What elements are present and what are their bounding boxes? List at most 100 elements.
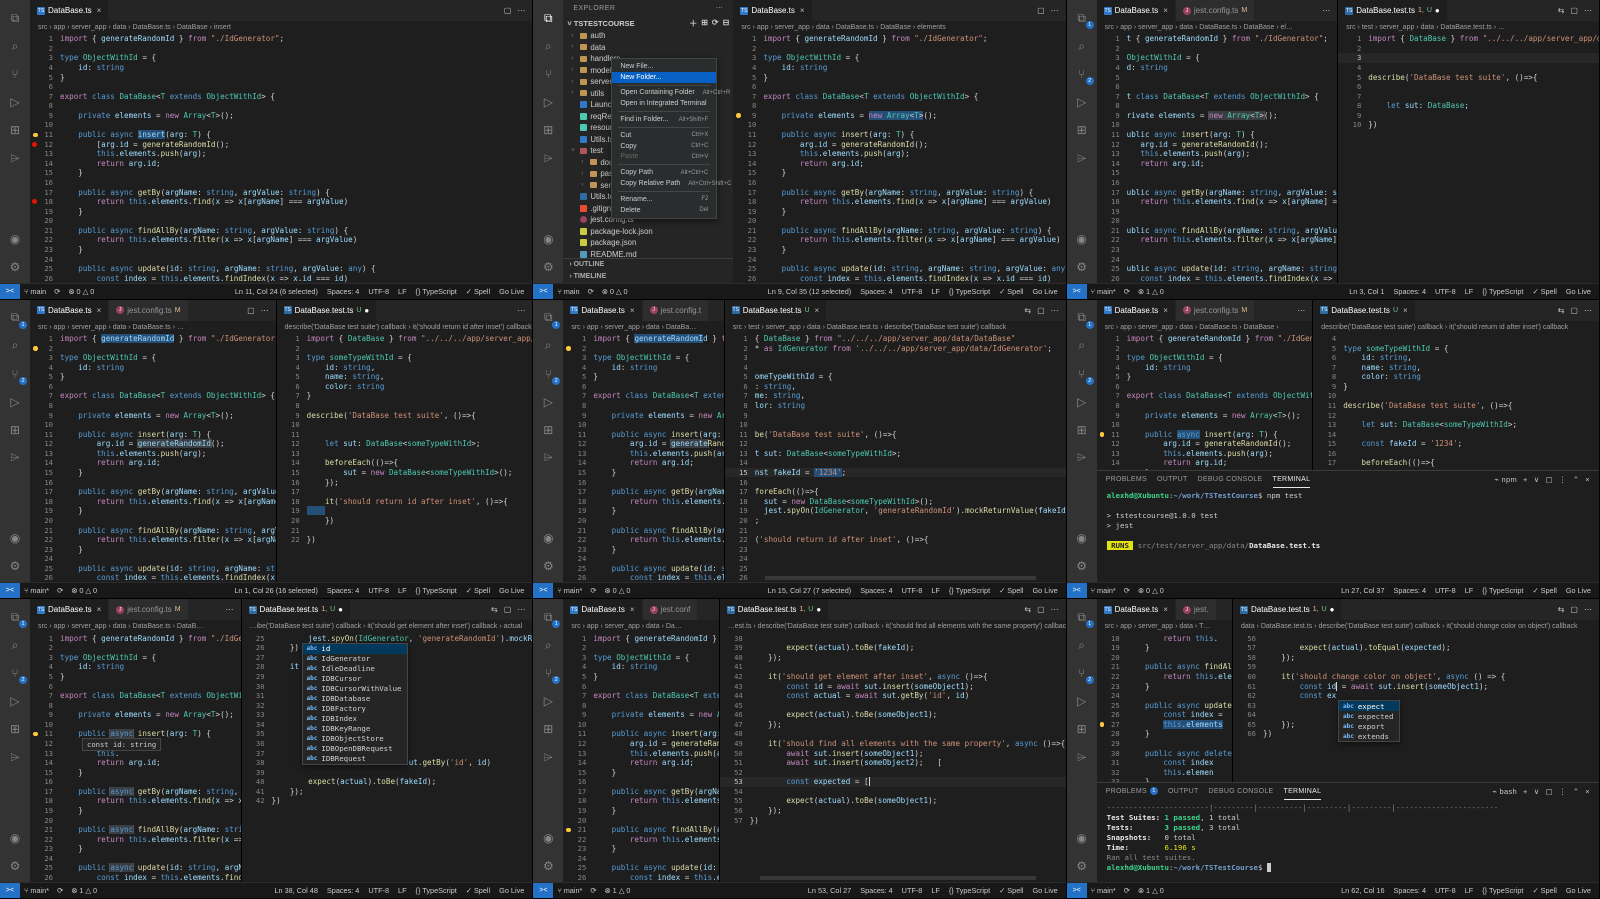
sync-icon[interactable]: ⟳ [1120,287,1134,296]
go-live-item[interactable]: Go Live [1033,886,1058,895]
tab-database-test-ts[interactable]: TS DataBase.test.ts U × [1313,299,1416,321]
tab-database-ts[interactable]: TS DataBase.ts × [30,299,110,321]
lightbulb-icon[interactable] [33,132,38,138]
problems-item[interactable]: ⊗ 0 △ 0 [64,287,98,296]
gutter[interactable]: 21 [30,526,60,535]
breadcrumb[interactable]: src › app › server_app › data › DataBase… [733,21,1065,34]
account-icon[interactable]: ◉ [537,826,559,850]
gutter[interactable]: 2 [733,44,763,53]
gutter[interactable]: 57 [720,816,750,825]
breadcrumb[interactable]: src › app › server_app › data › DataBase… [1097,21,1338,34]
gutter[interactable]: 39 [242,768,272,777]
gutter[interactable]: 15 [563,768,593,777]
gutter[interactable]: 9 [1097,111,1127,120]
gutter[interactable]: 15 [563,468,593,477]
breadcrumb[interactable]: src › app › server_app › data › DataBase… [30,21,532,34]
gutter[interactable]: 6 [1338,82,1368,91]
account-icon[interactable]: ◉ [4,227,26,251]
extensions-icon[interactable]: ⊞ [1071,418,1093,442]
gutter[interactable]: 12 [563,439,593,448]
gutter[interactable]: 1 [30,334,60,343]
remote-icon[interactable]: ⌲ [537,745,559,769]
settings-gear-icon[interactable]: ⚙ [537,255,559,279]
gutter[interactable]: 24 [30,854,60,863]
gutter[interactable]: 9 [563,411,593,420]
gutter[interactable]: 5 [1097,73,1127,82]
tab-close-icon[interactable]: × [815,306,820,315]
suggest-item[interactable]: abc export [1339,721,1399,731]
breadcrumb[interactable]: data › DataBase.test.ts › describe('Data… [1233,620,1599,633]
gutter[interactable]: 17 [1313,458,1343,467]
gutter[interactable]: 18 [563,497,593,506]
explorer-more-icon[interactable]: ⋯ [716,4,724,12]
gutter[interactable]: 6 [1313,353,1343,362]
gutter[interactable]: 20 [725,516,755,525]
gutter[interactable]: 9 [563,710,593,719]
run-debug-icon[interactable]: ▷ [537,90,559,114]
gutter[interactable]: 18 [30,497,60,506]
gutter[interactable]: 22 [1097,672,1127,681]
run-debug-icon[interactable]: ▷ [4,90,26,114]
branch-item[interactable]: ⑂ main* [20,586,53,595]
gutter[interactable]: 13 [563,749,593,758]
run-debug-icon[interactable]: ▷ [1071,90,1093,114]
spell-item[interactable]: ✓ Spell [466,586,490,595]
encoding-item[interactable]: UTF-8 [368,886,389,895]
gutter[interactable]: 16 [30,178,60,187]
gutter[interactable]: 9 [30,710,60,719]
panel-tab-output[interactable]: OUTPUT [1168,783,1199,800]
gutter[interactable]: 45 [720,701,750,710]
sync-icon[interactable]: ⟳ [53,886,67,895]
gutter[interactable]: 16 [30,478,60,487]
gutter[interactable]: 21 [277,526,307,535]
problems-item[interactable]: ⊗ 1 △ 0 [1134,287,1168,296]
breadcrumb[interactable]: src › test › server_app › data › DataBas… [725,321,1066,334]
gutter[interactable]: 13 [1097,149,1127,158]
explorer-icon[interactable]: ⧉ 1 [1071,605,1094,629]
spell-item[interactable]: ✓ Spell [466,287,490,296]
shell-dropdown-icon[interactable]: ∨ [1534,787,1540,796]
explorer-icon[interactable]: ⧉ 1 [4,306,27,330]
branch-item[interactable]: ⑂ main* [553,886,586,895]
split-editor-icon[interactable]: ▢ [1570,6,1578,15]
cursor-position-item[interactable]: Ln 11, Col 24 (6 selected) [235,287,318,296]
language-mode-item[interactable]: {} TypeScript [1482,287,1523,296]
search-icon[interactable]: ⌕ [4,334,26,358]
tab-close-icon[interactable]: × [630,306,635,315]
tab-database-ts[interactable]: TS DataBase.ts × [1096,599,1176,621]
gutter[interactable]: 26 [563,573,593,582]
gutter[interactable]: 16 [30,777,60,786]
tab-dirty-icon[interactable]: ● [1330,605,1335,614]
gutter[interactable]: 1 [30,634,60,643]
remote-icon[interactable]: ⌲ [4,146,26,170]
gutter[interactable]: 6 [1097,82,1127,91]
tab-dirty-icon[interactable]: ● [1435,6,1440,15]
code-editor[interactable]: 1import { generateRandomId } from "./IdG… [30,633,241,882]
gutter[interactable]: 8 [725,401,755,410]
gutter[interactable]: 21 [563,825,593,834]
gutter[interactable]: 23 [1097,682,1127,691]
tab-close-icon[interactable]: × [800,6,805,15]
tab-database-ts[interactable]: TS DataBase.ts × [30,599,110,621]
gutter[interactable]: 12 [30,739,60,748]
gutter[interactable]: 26 [30,274,60,283]
gutter[interactable]: 6 [30,682,60,691]
gutter[interactable]: 18 [1097,634,1127,643]
gutter[interactable]: 9 [1097,411,1127,420]
remote-icon[interactable]: ⌲ [4,446,26,470]
tab-jest-[interactable]: Jjest. [1175,599,1217,621]
lightbulb-icon[interactable] [1099,432,1105,437]
gutter[interactable]: 22 [733,235,763,244]
gutter[interactable]: 3 [733,53,763,62]
gutter[interactable]: 15 [30,168,60,177]
gutter[interactable]: 8 [30,401,60,410]
gutter[interactable]: 36 [242,739,272,748]
gutter[interactable]: 38 [720,634,750,643]
gutter[interactable]: 12 [1313,411,1343,420]
compare-icon[interactable]: ⇆ [1024,605,1031,614]
gutter[interactable]: 17 [1097,188,1127,197]
gutter[interactable]: 26 [1097,710,1127,719]
gutter[interactable]: 20 [30,216,60,225]
gutter[interactable]: 42 [242,796,272,805]
cursor-position-item[interactable]: Ln 3, Col 1 [1349,287,1384,296]
